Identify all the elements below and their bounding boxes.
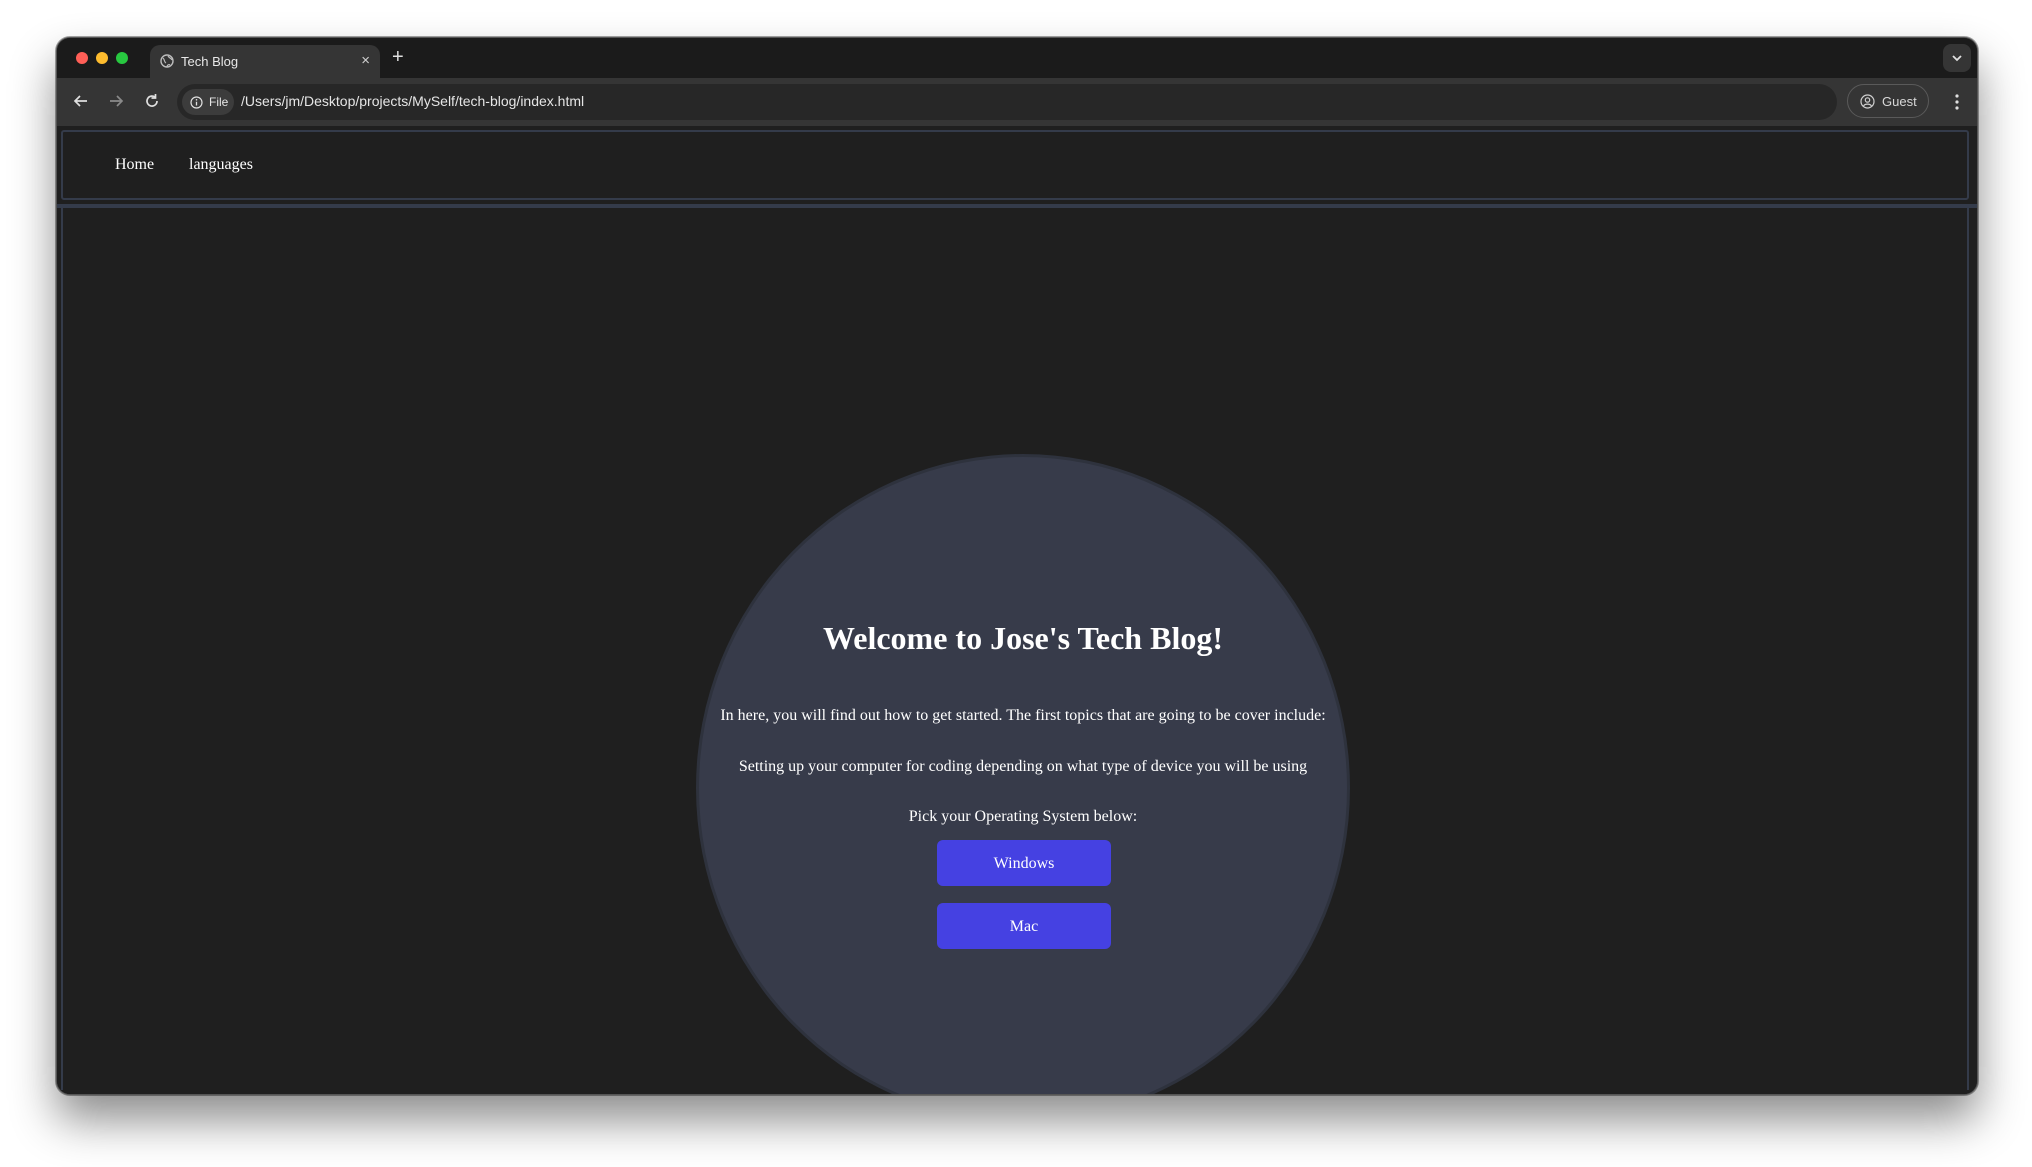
user-icon — [1860, 94, 1875, 109]
minimize-window-button[interactable] — [96, 52, 108, 64]
address-bar[interactable]: File /Users/jm/Desktop/projects/MySelf/t… — [177, 84, 1837, 120]
tab-search-button[interactable] — [1943, 44, 1971, 72]
tab-strip: Tech Blog × + — [57, 38, 1977, 78]
intro-text: In here, you will find out how to get st… — [720, 707, 1326, 724]
tab-title: Tech Blog — [181, 54, 239, 69]
nav-link-languages[interactable]: languages — [189, 156, 253, 174]
profile-button[interactable]: Guest — [1847, 84, 1929, 118]
hero-circle: Welcome to Jose's Tech Blog! In here, yo… — [696, 454, 1350, 1094]
new-tab-button[interactable]: + — [392, 46, 404, 69]
page-title: Welcome to Jose's Tech Blog! — [823, 620, 1223, 656]
browser-toolbar: File /Users/jm/Desktop/projects/MySelf/t… — [57, 78, 1977, 126]
info-icon — [190, 96, 203, 109]
maximize-window-button[interactable] — [116, 52, 128, 64]
topic-text: Setting up your computer for coding depe… — [738, 758, 1308, 775]
globe-icon — [160, 54, 174, 71]
reload-icon[interactable] — [142, 91, 162, 111]
site-info-chip[interactable]: File — [182, 89, 234, 115]
main-content: Welcome to Jose's Tech Blog! In here, yo… — [61, 208, 1969, 1094]
page-viewport: Home languages Welcome to Jose's Tech Bl… — [57, 126, 1977, 1094]
close-tab-icon[interactable]: × — [361, 52, 370, 69]
mac-button[interactable]: Mac — [937, 903, 1111, 949]
close-window-button[interactable] — [76, 52, 88, 64]
forward-arrow-icon[interactable] — [106, 91, 126, 111]
more-menu-icon[interactable] — [1947, 92, 1967, 112]
file-chip-label: File — [209, 95, 229, 109]
site-navbar: Home languages — [61, 130, 1969, 200]
back-arrow-icon[interactable] — [71, 91, 91, 111]
browser-window: Tech Blog × + File /Users/jm/Desktop/pro… — [56, 37, 1978, 1095]
active-tab[interactable]: Tech Blog × — [150, 45, 380, 78]
profile-label: Guest — [1882, 94, 1917, 109]
chevron-down-icon — [1952, 55, 1962, 62]
windows-button[interactable]: Windows — [937, 840, 1111, 886]
url-text[interactable]: /Users/jm/Desktop/projects/MySelf/tech-b… — [241, 93, 584, 109]
os-prompt-text: Pick your Operating System below: — [908, 808, 1138, 825]
nav-link-home[interactable]: Home — [115, 156, 154, 174]
